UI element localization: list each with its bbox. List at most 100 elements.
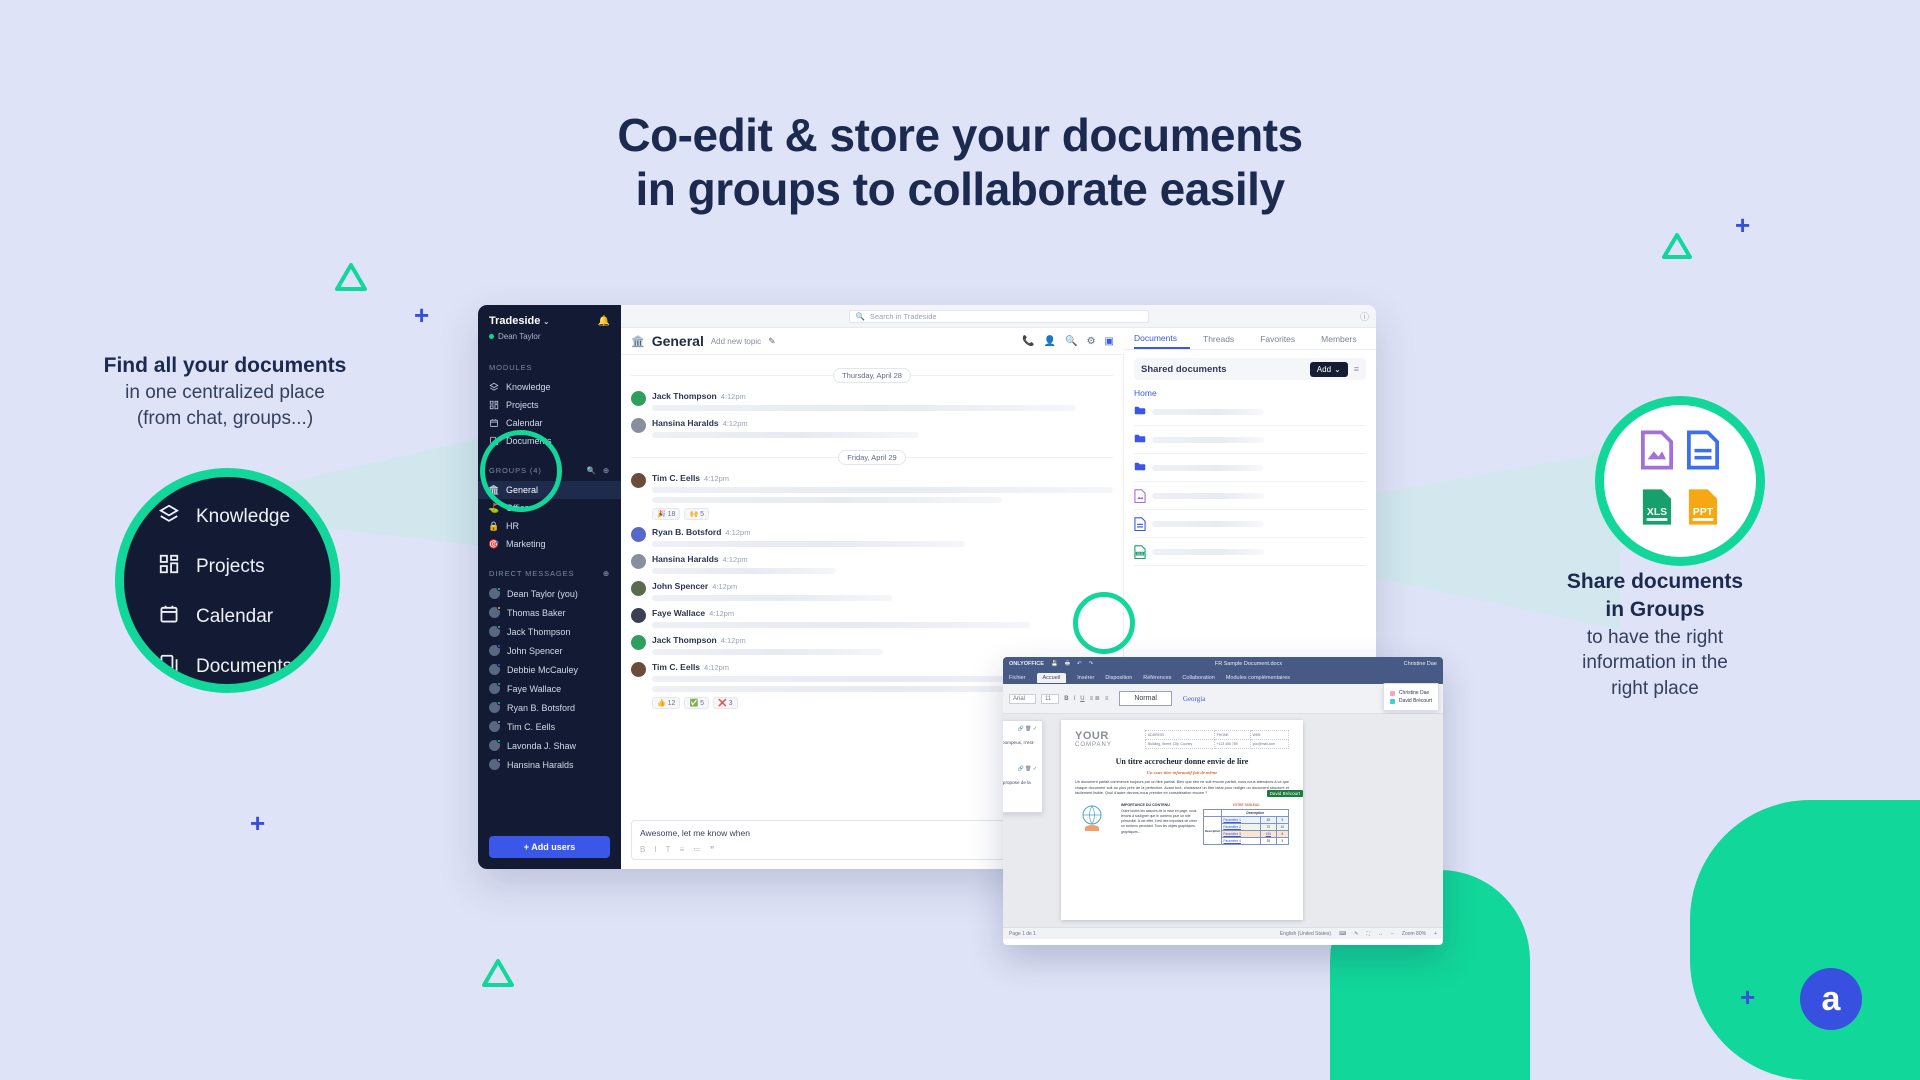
search-input[interactable]: 🔍 Search in Tradeside xyxy=(848,309,1149,323)
avatar[interactable] xyxy=(631,608,646,623)
editor-tab-accueil[interactable]: Accueil xyxy=(1036,672,1067,683)
message-row[interactable]: Hansina Haralds 4:12pm xyxy=(631,418,1113,438)
avatar[interactable] xyxy=(631,635,646,650)
message-reactions[interactable]: 🎉 18 🙌 5 xyxy=(652,508,1113,520)
help-circle-icon[interactable]: ⓘ xyxy=(1360,310,1369,323)
avatar[interactable] xyxy=(631,581,646,596)
editor-current-user[interactable]: Christine Dae xyxy=(1404,661,1437,667)
dm-item[interactable]: Thomas Baker xyxy=(478,603,621,622)
dm-item[interactable]: Lavonda J. Shaw xyxy=(478,736,621,755)
fit-page-icon[interactable]: ⛶ xyxy=(1366,931,1370,937)
add-dm-icon[interactable]: ⊕ xyxy=(603,569,610,578)
save-icon[interactable]: 💾 xyxy=(1051,661,1058,667)
underline-button[interactable]: U xyxy=(1080,696,1084,702)
breadcrumb[interactable]: Home xyxy=(1134,388,1366,398)
tab-documents[interactable]: Documents xyxy=(1134,333,1190,349)
editor-tab-modules-compl-mentaires[interactable]: Modules complémentaires xyxy=(1226,675,1290,681)
magnified-item-projects[interactable]: Projects xyxy=(158,553,331,581)
style-georgia[interactable]: Georgia xyxy=(1183,695,1205,703)
redo-icon[interactable]: ↷ xyxy=(1089,661,1094,667)
bold-button[interactable]: B xyxy=(1064,696,1068,702)
document-row[interactable] xyxy=(1134,482,1366,510)
message-row[interactable]: Jack Thompson 4:12pm xyxy=(631,635,1113,655)
sidebar-item-projects[interactable]: Projects xyxy=(478,396,621,414)
gear-icon[interactable]: ⚙ xyxy=(1087,336,1096,347)
document-page[interactable]: YOUR COMPANY ADDRESS PHONE WEB Building,… xyxy=(1061,720,1303,920)
avatar[interactable] xyxy=(631,473,646,488)
print-icon[interactable]: 🖶 xyxy=(1065,660,1070,669)
zoom-in-button[interactable]: + xyxy=(1434,931,1437,937)
search-icon[interactable]: 🔍 xyxy=(1065,336,1077,347)
add-users-button[interactable]: + Add users xyxy=(489,836,610,858)
comment-actions[interactable]: 🔗 🗑 ✓ xyxy=(1017,766,1037,772)
document-row[interactable] xyxy=(1134,454,1366,482)
group-item-marketing[interactable]: 🎯 Marketing xyxy=(478,535,621,553)
font-size-select[interactable]: 11 xyxy=(1041,693,1060,704)
comment-item[interactable]: Christine Dae 🔗 🗑 ✓ 1/14/2020 3:48 pm Ce… xyxy=(1003,726,1037,760)
spellcheck-icon[interactable]: ⌨ xyxy=(1339,931,1346,937)
zoom-out-button[interactable]: − xyxy=(1391,931,1394,937)
message-row[interactable]: Tim C. Eells 4:12pm 🎉 18 🙌 5 xyxy=(631,473,1113,520)
dm-item[interactable]: Ryan B. Botsford xyxy=(478,698,621,717)
phone-icon[interactable]: 📞 xyxy=(1022,336,1034,347)
editor-tab-r-f-rences[interactable]: Références xyxy=(1143,675,1171,681)
message-row[interactable]: Jack Thompson 4:12pm xyxy=(631,391,1113,411)
avatar[interactable] xyxy=(631,662,646,677)
magnified-item-knowledge[interactable]: Knowledge xyxy=(158,503,331,531)
editor-canvas[interactable]: Christine Dae 🔗 🗑 ✓ 1/14/2020 3:48 pm Ce… xyxy=(1003,714,1443,927)
reaction-chip[interactable]: 🎉 18 xyxy=(652,508,681,520)
dm-item[interactable]: John Spencer xyxy=(478,641,621,660)
comment-actions[interactable]: 🔗 🗑 ✓ xyxy=(1017,726,1037,732)
document-row[interactable]: XLS xyxy=(1134,538,1366,566)
dm-item[interactable]: Tim C. Eells xyxy=(478,717,621,736)
composer-tool[interactable]: I xyxy=(654,845,656,854)
magnified-item-documents[interactable]: Documents xyxy=(158,653,331,681)
reaction-chip[interactable]: 👍 12 xyxy=(652,697,681,709)
tab-favorites[interactable]: Favorites xyxy=(1260,334,1308,349)
magnified-item-calendar[interactable]: Calendar xyxy=(158,603,331,631)
message-row[interactable]: Hansina Haralds 4:12pm xyxy=(631,554,1113,574)
reaction-chip[interactable]: ❌ 3 xyxy=(713,697,738,709)
document-row[interactable] xyxy=(1134,510,1366,538)
message-row[interactable]: Ryan B. Botsford 4:12pm xyxy=(631,527,1113,547)
composer-tool[interactable]: ❞ xyxy=(710,845,714,854)
dm-item[interactable]: Dean Taylor (you) xyxy=(478,584,621,603)
filter-icon[interactable]: ≡ xyxy=(1354,364,1359,374)
editor-tab-collaboration[interactable]: Collaboration xyxy=(1182,675,1214,681)
avatar[interactable] xyxy=(631,554,646,569)
message-row[interactable]: John Spencer 4:12pm xyxy=(631,581,1113,601)
search-icon[interactable]: 🔍 xyxy=(587,466,597,475)
dm-item[interactable]: Jack Thompson xyxy=(478,622,621,641)
composer-tool[interactable]: ≔ xyxy=(693,845,701,854)
avatar[interactable] xyxy=(631,418,646,433)
comment-reply-link[interactable]: Ajouter Réponse xyxy=(1003,796,1037,801)
track-changes-icon[interactable]: ✎ xyxy=(1354,931,1358,937)
add-document-button[interactable]: Add ⌄ xyxy=(1309,361,1348,377)
tab-threads[interactable]: Threads xyxy=(1203,334,1247,349)
dm-item[interactable]: Debbie McCauley xyxy=(478,660,621,679)
fit-width-icon[interactable]: ↔ xyxy=(1378,931,1383,937)
align-buttons[interactable]: ≡ ≣ xyxy=(1090,695,1100,702)
document-row[interactable] xyxy=(1134,426,1366,454)
style-normal[interactable]: Normal xyxy=(1119,691,1172,706)
comment-reply-link[interactable]: Ajouter Réponse xyxy=(1003,755,1037,760)
editor-tab-fichier[interactable]: Fichier xyxy=(1009,675,1026,681)
avatar[interactable] xyxy=(631,391,646,406)
composer-tool[interactable]: ≡ xyxy=(679,845,684,854)
workspace-switcher[interactable]: Tradeside ⌄ 🔔 xyxy=(489,315,610,327)
add-group-icon[interactable]: ⊕ xyxy=(603,466,610,475)
sidebar-item-calendar[interactable]: Calendar xyxy=(478,414,621,432)
avatar[interactable] xyxy=(631,527,646,542)
tab-members[interactable]: Members xyxy=(1321,334,1369,349)
reaction-chip[interactable]: ✅ 5 xyxy=(684,697,710,709)
reaction-chip[interactable]: 🙌 5 xyxy=(684,508,710,520)
font-family-select[interactable]: Arial xyxy=(1009,693,1037,704)
comment-item[interactable]: David Brécourt 🔗 🗑 ✓ 1/14/2020 3:52 pm O… xyxy=(1003,766,1037,800)
add-person-icon[interactable]: 👤 xyxy=(1044,336,1056,347)
list-buttons[interactable]: ≡ xyxy=(1105,696,1109,702)
add-topic-button[interactable]: Add new topic xyxy=(711,337,761,346)
message-row[interactable]: Faye Wallace 4:12pm xyxy=(631,608,1113,628)
composer-tool[interactable]: T xyxy=(666,845,671,854)
editor-tab-ins-rer[interactable]: Insérer xyxy=(1077,675,1094,681)
italic-button[interactable]: I xyxy=(1074,696,1076,702)
